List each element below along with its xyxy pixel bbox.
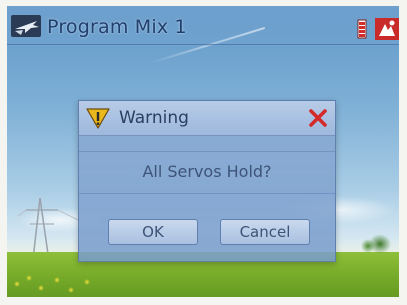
page-title: Program Mix 1 xyxy=(47,16,187,38)
title-divider xyxy=(7,44,399,45)
system-icon[interactable] xyxy=(375,18,399,40)
cancel-button[interactable]: Cancel xyxy=(220,219,310,245)
warning-dialog: Warning All Servos Hold? OK Cancel xyxy=(78,100,336,262)
screen: Program Mix 1 Warning All Servos Hold? O… xyxy=(0,0,407,305)
dialog-title: Warning xyxy=(119,108,189,128)
close-icon[interactable] xyxy=(307,107,329,129)
dialog-title-bar: Warning xyxy=(79,101,335,136)
airplane-icon[interactable] xyxy=(11,15,41,37)
dialog-message: All Servos Hold? xyxy=(142,162,272,181)
warning-icon xyxy=(86,108,110,129)
ok-button[interactable]: OK xyxy=(108,219,198,245)
battery-icon xyxy=(357,19,367,39)
trees xyxy=(360,226,400,256)
dialog-divider xyxy=(79,193,335,194)
dialog-divider xyxy=(79,151,335,152)
title-bar: Program Mix 1 xyxy=(7,6,399,46)
flowers xyxy=(7,270,97,297)
